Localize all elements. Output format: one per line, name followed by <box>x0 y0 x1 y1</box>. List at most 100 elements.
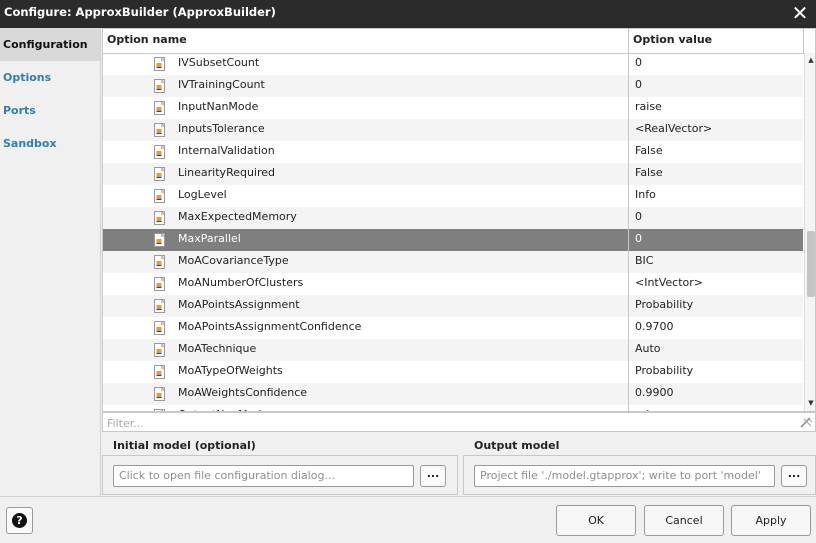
option-value[interactable]: False <box>635 166 663 179</box>
help-icon: ? <box>12 513 27 528</box>
output-model-path-field[interactable]: Project file './model.gtapprox'; write t… <box>474 465 775 487</box>
option-name: MoAPointsAssignment <box>178 298 300 311</box>
column-divider[interactable] <box>628 29 629 411</box>
nav-item-sandbox[interactable]: Sandbox <box>0 127 100 160</box>
table-row[interactable]: MoACovarianceType BIC <box>103 251 803 273</box>
output-model-label: Output model <box>474 439 560 452</box>
option-value[interactable]: <IntVector> <box>635 276 703 289</box>
sidebar-nav: Configuration Options Ports Sandbox <box>0 28 101 496</box>
option-value[interactable]: raise <box>635 408 662 411</box>
option-icon <box>153 408 167 411</box>
column-divider-end <box>803 29 804 53</box>
option-name: LinearityRequired <box>178 166 276 179</box>
table-row[interactable]: MoANumberOfClusters <IntVector> <box>103 273 803 295</box>
initial-model-path-field[interactable]: Click to open file configuration dialog.… <box>113 465 414 487</box>
table-row[interactable]: MoAPointsAssignment Probability <box>103 295 803 317</box>
scroll-up-icon[interactable]: ▲ <box>807 56 815 64</box>
filter-bar <box>102 412 816 432</box>
help-button[interactable]: ? <box>6 507 33 534</box>
option-name: IVSubsetCount <box>178 56 260 69</box>
option-value[interactable]: <RealVector> <box>635 122 712 135</box>
output-model-box: Project file './model.gtapprox'; write t… <box>463 455 816 495</box>
table-row[interactable]: MoAWeightsConfidence 0.9900 <box>103 383 803 405</box>
option-value[interactable]: raise <box>635 100 662 113</box>
option-icon <box>153 56 167 71</box>
option-icon <box>153 100 167 115</box>
table-rows: IVSubsetCount 0 IVTrainingCount 0 InputNanMo… <box>103 53 803 411</box>
option-value[interactable]: Probability <box>635 364 693 377</box>
clear-filter-icon[interactable] <box>799 415 813 429</box>
option-value[interactable]: 0 <box>635 210 642 223</box>
table-row[interactable]: MoATechnique Auto <box>103 339 803 361</box>
output-model-browse-button[interactable]: ... <box>781 465 807 487</box>
scroll-down-icon[interactable]: ▼ <box>807 399 815 407</box>
option-name: IVTrainingCount <box>178 78 265 91</box>
option-icon <box>153 166 167 181</box>
scrollbar-thumb[interactable] <box>807 231 815 297</box>
nav-item-options[interactable]: Options <box>0 61 100 94</box>
option-value[interactable]: 0 <box>635 56 642 69</box>
table-header: Option name Option value <box>103 29 815 54</box>
table-row[interactable]: LogLevel Info <box>103 185 803 207</box>
column-header-option-value[interactable]: Option value <box>633 33 712 46</box>
footer-divider <box>0 496 816 497</box>
nav-item-configuration[interactable]: Configuration <box>0 28 100 61</box>
option-name: MaxExpectedMemory <box>178 210 297 223</box>
table-row[interactable]: MaxParallel 0 <box>103 229 803 251</box>
option-value[interactable]: BIC <box>635 254 653 267</box>
table-row[interactable]: MoAPointsAssignmentConfidence 0.9700 <box>103 317 803 339</box>
option-icon <box>153 254 167 269</box>
title-bar: Configure: ApproxBuilder (ApproxBuilder)… <box>0 0 816 28</box>
option-icon <box>153 276 167 291</box>
initial-model-group: Initial model (optional) Click to open f… <box>102 433 458 496</box>
option-icon <box>153 210 167 225</box>
options-table: Option name Option value IVSubsetCount 0 I… <box>102 28 816 412</box>
nav-item-ports[interactable]: Ports <box>0 94 100 127</box>
option-name: InputsTolerance <box>178 122 265 135</box>
option-icon <box>153 364 167 379</box>
option-value[interactable]: Auto <box>635 342 661 355</box>
initial-model-label: Initial model (optional) <box>113 439 256 452</box>
option-icon <box>153 320 167 335</box>
table-row[interactable]: MoATypeOfWeights Probability <box>103 361 803 383</box>
option-name: MoAPointsAssignmentConfidence <box>178 320 362 333</box>
option-name: InputNanMode <box>178 100 259 113</box>
apply-button[interactable]: Apply <box>731 505 811 536</box>
output-model-group: Output model Project file './model.gtapp… <box>463 433 816 496</box>
option-value[interactable]: Info <box>635 188 656 201</box>
option-icon <box>153 144 167 159</box>
option-name: InternalValidation <box>178 144 275 157</box>
cancel-button[interactable]: Cancel <box>644 505 724 536</box>
initial-model-box: Click to open file configuration dialog.… <box>102 455 458 495</box>
table-row[interactable]: IVTrainingCount 0 <box>103 75 803 97</box>
table-row[interactable]: LinearityRequired False <box>103 163 803 185</box>
column-header-option-name[interactable]: Option name <box>107 33 187 46</box>
option-value[interactable]: False <box>635 144 663 157</box>
vertical-scrollbar[interactable]: ▲ ▼ <box>804 53 815 411</box>
ok-button[interactable]: OK <box>556 505 636 536</box>
option-value[interactable]: 0.9700 <box>635 320 674 333</box>
option-name: MoACovarianceType <box>178 254 289 267</box>
option-value[interactable]: 0 <box>635 78 642 91</box>
option-icon <box>153 122 167 137</box>
filter-input[interactable] <box>105 414 799 432</box>
option-value[interactable]: 0 <box>635 232 642 245</box>
option-value[interactable]: Probability <box>635 298 693 311</box>
option-icon <box>153 386 167 401</box>
table-row[interactable]: IVSubsetCount 0 <box>103 53 803 75</box>
option-name: MaxParallel <box>178 232 241 245</box>
option-icon <box>153 298 167 313</box>
option-icon <box>153 232 167 247</box>
table-row[interactable]: InternalValidation False <box>103 141 803 163</box>
table-row[interactable]: InputsTolerance <RealVector> <box>103 119 803 141</box>
option-name: MoAWeightsConfidence <box>178 386 308 399</box>
option-name: MoANumberOfClusters <box>178 276 304 289</box>
table-row[interactable]: OutputNanMode raise <box>103 405 803 411</box>
table-row[interactable]: MaxExpectedMemory 0 <box>103 207 803 229</box>
close-icon[interactable]: ✕ <box>790 2 810 24</box>
initial-model-browse-button[interactable]: ... <box>420 465 446 487</box>
option-name: OutputNanMode <box>178 408 268 411</box>
table-row[interactable]: InputNanMode raise <box>103 97 803 119</box>
window-title: Configure: ApproxBuilder (ApproxBuilder) <box>4 5 276 19</box>
option-value[interactable]: 0.9900 <box>635 386 674 399</box>
